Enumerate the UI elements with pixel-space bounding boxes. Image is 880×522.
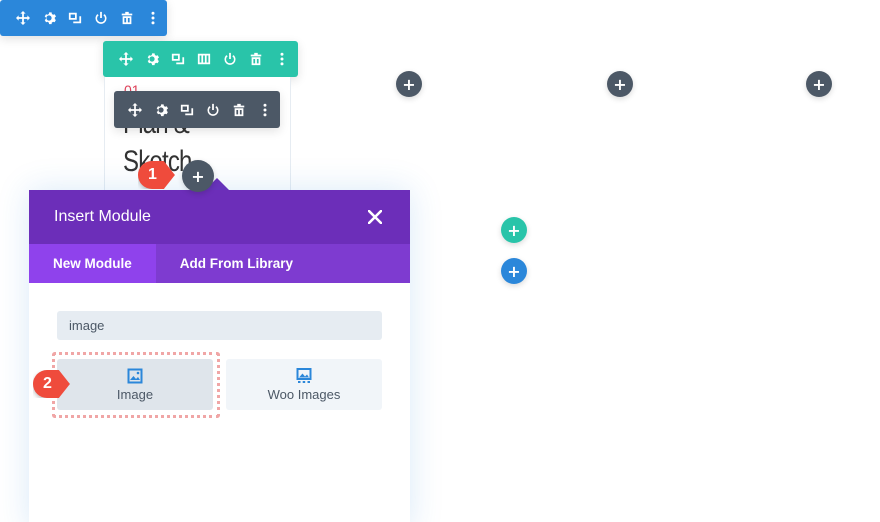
settings-icon[interactable] [139,41,165,77]
close-icon [368,210,382,224]
disable-icon[interactable] [200,91,226,128]
disable-icon[interactable] [88,0,114,36]
modal-header: Insert Module [29,190,410,244]
module-tile-label: Image [116,386,154,402]
move-icon[interactable] [113,41,139,77]
module-toolbar [114,91,280,128]
module-tile-image[interactable]: Image [57,359,213,410]
insert-module-modal: Insert Module New Module Add From Librar… [29,190,410,522]
settings-icon[interactable] [148,91,174,128]
add-module-button-col2[interactable]: + [396,71,422,97]
duplicate-icon[interactable] [165,41,191,77]
add-row-button[interactable]: + [501,217,527,243]
modal-tabs: New Module Add From Library [29,244,410,283]
section-toolbar [0,0,167,36]
modal-title: Insert Module [54,208,151,225]
disable-icon[interactable] [217,41,243,77]
more-icon[interactable] [140,0,166,36]
move-icon[interactable] [10,0,36,36]
add-module-button-col4[interactable]: + [806,71,832,97]
woo-images-icon [296,367,312,383]
delete-icon[interactable] [226,91,252,128]
add-module-button-col3[interactable]: + [607,71,633,97]
tab-add-from-library[interactable]: Add From Library [156,244,317,283]
more-icon[interactable] [269,41,295,77]
more-icon[interactable] [252,91,278,128]
module-search-input[interactable]: image [57,311,382,340]
row-toolbar [103,41,298,77]
columns-icon[interactable] [191,41,217,77]
duplicate-icon[interactable] [174,91,200,128]
delete-icon[interactable] [243,41,269,77]
module-tile-label: Woo Images [267,386,341,402]
settings-icon[interactable] [36,0,62,36]
duplicate-icon[interactable] [62,0,88,36]
tab-new-module[interactable]: New Module [29,244,156,283]
add-module-button-active[interactable]: + [182,160,214,192]
module-tile-woo-images[interactable]: Woo Images [226,359,382,410]
move-icon[interactable] [122,91,148,128]
add-section-button[interactable]: + [501,258,527,284]
delete-icon[interactable] [114,0,140,36]
image-icon [127,368,143,383]
close-button[interactable] [365,207,385,227]
